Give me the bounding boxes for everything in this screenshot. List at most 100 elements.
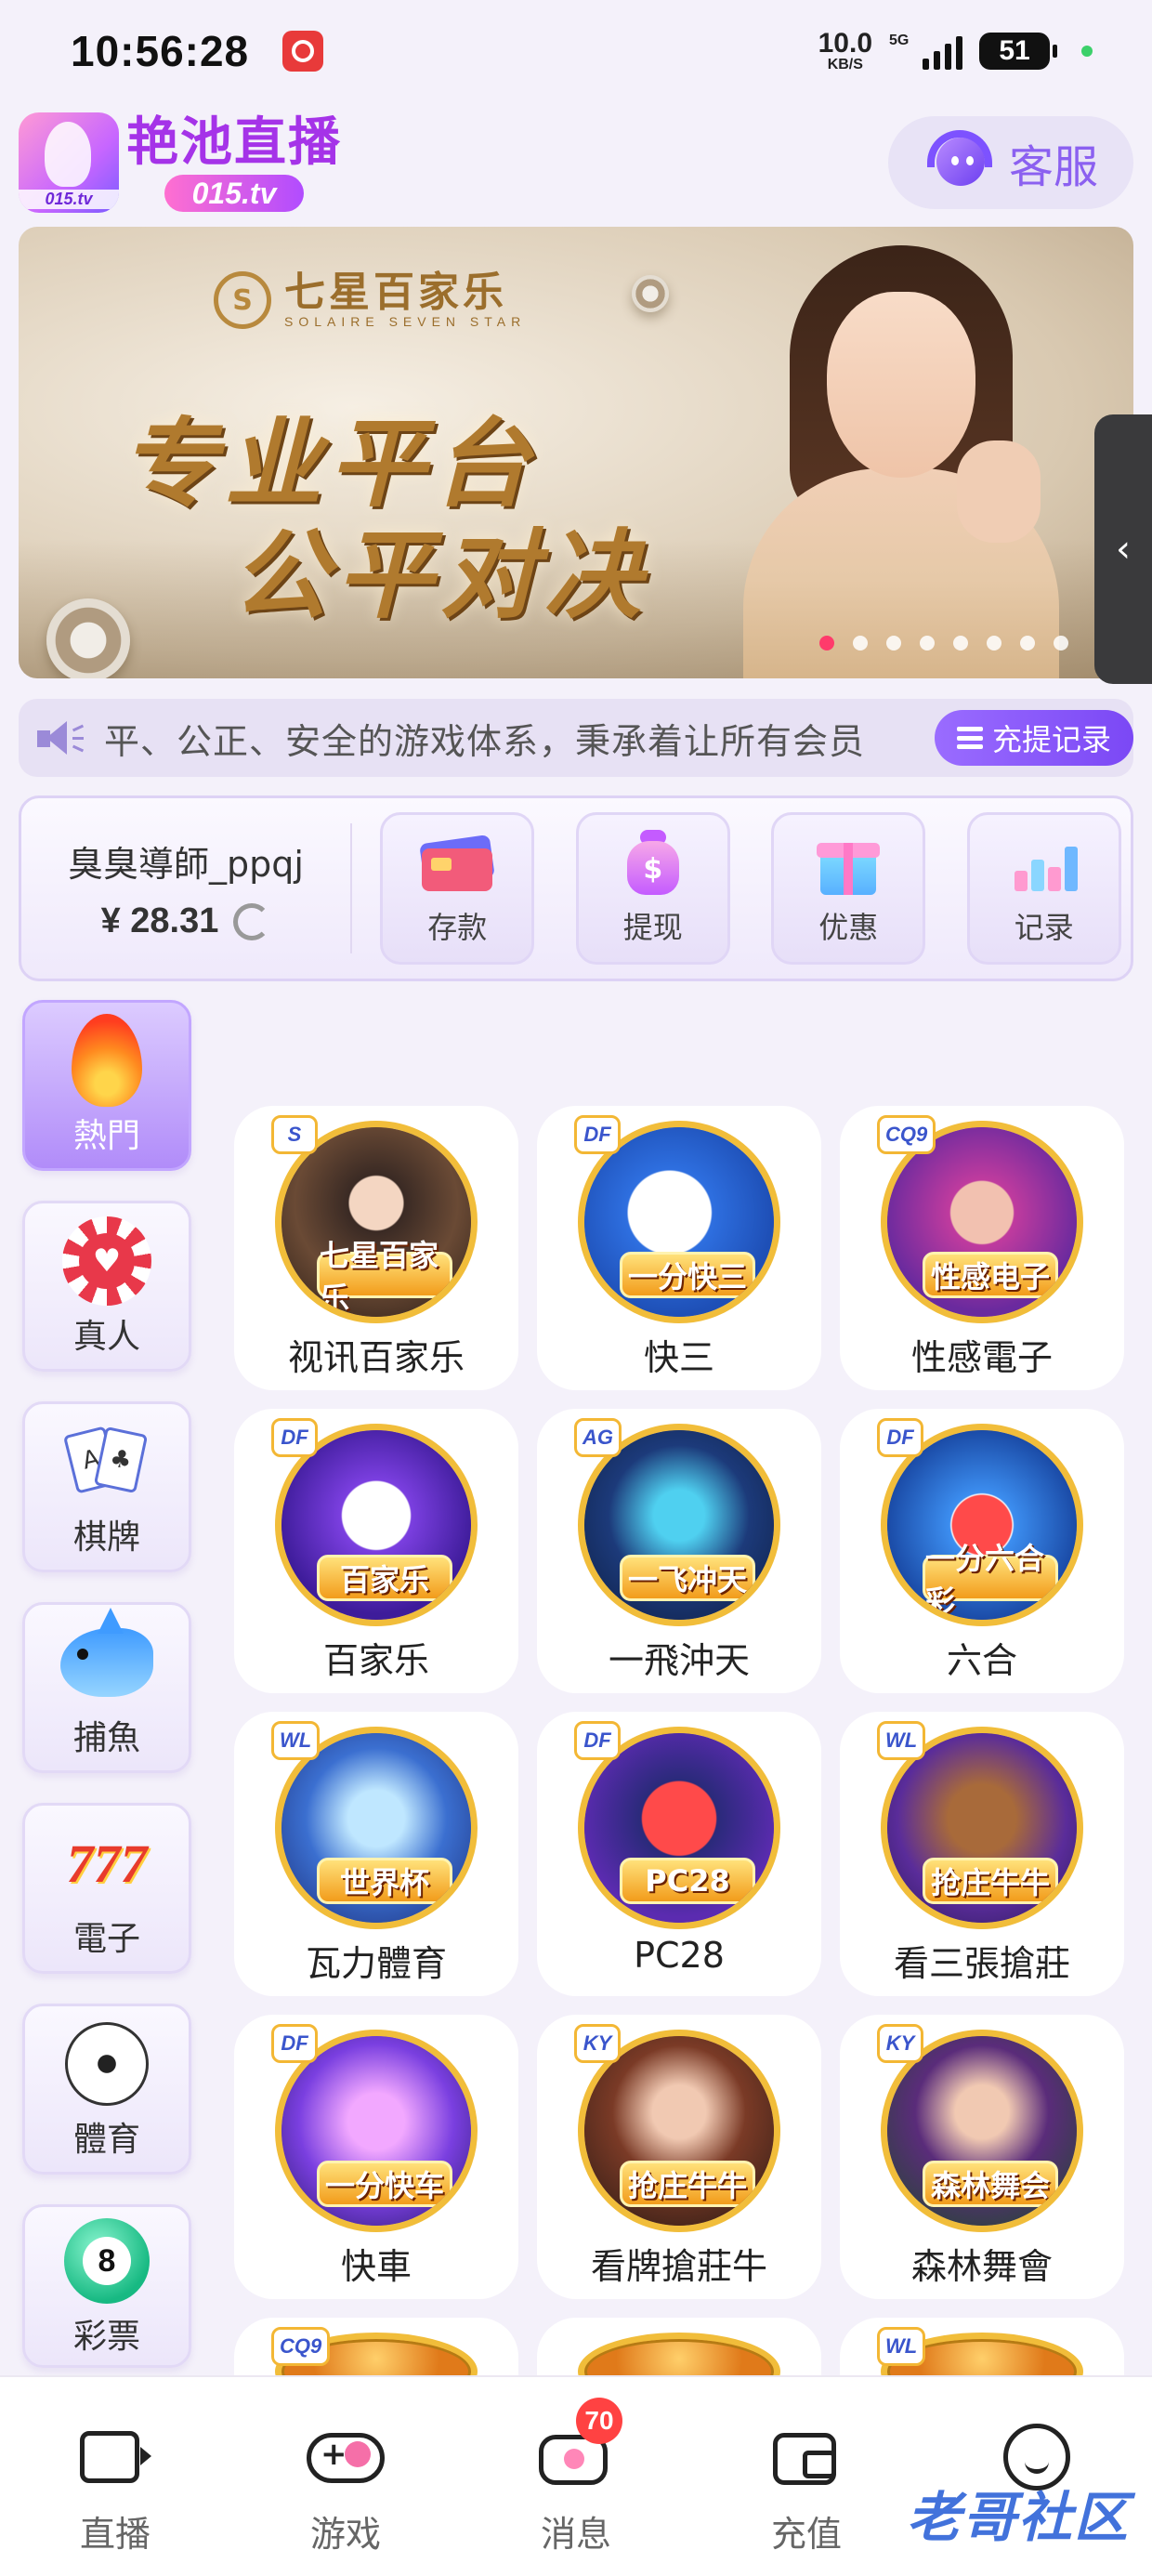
logo-icon: 015.tv bbox=[19, 112, 119, 213]
status-bar: 10:56:28 10.0 KB/S 5G 51 bbox=[0, 0, 1152, 102]
game-badge-text: 一分快三 bbox=[620, 1252, 755, 1298]
side-drawer-toggle[interactable]: ‹ bbox=[1094, 414, 1152, 684]
category-label: 體育 bbox=[72, 2121, 140, 2159]
provider-logo-icon: KY bbox=[574, 2024, 621, 2063]
chevron-left-icon: ‹ bbox=[1116, 528, 1131, 571]
game-card[interactable]: DF PC28 PC28 bbox=[537, 1712, 821, 1996]
nav-live[interactable]: 直播 bbox=[0, 2377, 230, 2576]
game-card[interactable]: S 七星百家乐视讯百家乐 bbox=[234, 1106, 518, 1390]
game-card[interactable]: KY 抢庄牛牛看牌搶莊牛 bbox=[537, 2015, 821, 2299]
category-chess-cards[interactable]: A ♣ 棋牌 bbox=[22, 1401, 191, 1572]
gamepad-icon bbox=[307, 2424, 385, 2491]
game-badge-text: 一分快车 bbox=[317, 2161, 452, 2207]
promotions-label: 优惠 bbox=[818, 910, 879, 945]
tv-icon bbox=[76, 2424, 154, 2491]
nav-games[interactable]: 游戏 bbox=[230, 2377, 461, 2576]
category-label: 熱門 bbox=[72, 1117, 140, 1155]
game-badge-text: 一分六合彩 bbox=[923, 1541, 1058, 1619]
game-card[interactable]: DF 一分快三快三 bbox=[537, 1106, 821, 1390]
game-name: 快三 bbox=[643, 1337, 714, 1378]
logo-domain: 015.tv bbox=[164, 175, 305, 212]
refresh-icon[interactable] bbox=[233, 902, 271, 940]
banner-pagination[interactable] bbox=[819, 636, 1068, 651]
category-sports[interactable]: 體育 bbox=[22, 2004, 191, 2175]
bar-chart-icon bbox=[1007, 830, 1081, 895]
banner-dot[interactable] bbox=[886, 636, 901, 651]
nav-label: 直播 bbox=[79, 2514, 151, 2555]
banner-dot[interactable] bbox=[920, 636, 935, 651]
category-label: 彩票 bbox=[72, 2318, 140, 2356]
game-badge-text: 抢庄牛牛 bbox=[620, 2161, 755, 2207]
provider-logo-icon: CQ9 bbox=[877, 1115, 936, 1154]
banner-dot[interactable] bbox=[987, 636, 1001, 651]
brand-logo-icon: S bbox=[214, 271, 271, 329]
provider-logo-icon: AG bbox=[574, 1418, 622, 1457]
flame-icon bbox=[60, 1014, 153, 1107]
game-name: 性感電子 bbox=[910, 1337, 1053, 1378]
banner-dot[interactable] bbox=[1054, 636, 1068, 651]
game-name: 百家乐 bbox=[322, 1640, 429, 1681]
banner-dot[interactable] bbox=[1020, 636, 1035, 651]
game-card[interactable]: DF 一分快车快車 bbox=[234, 2015, 518, 2299]
category-live[interactable]: ♥ 真人 bbox=[22, 1201, 191, 1372]
lottery-ball-icon: 8 bbox=[60, 2215, 153, 2307]
bank-card-icon bbox=[419, 830, 496, 895]
withdraw-button[interactable]: $ 提现 bbox=[575, 812, 730, 965]
nav-label: 游戏 bbox=[309, 2514, 381, 2555]
game-card[interactable]: DF 一分六合彩六合 bbox=[840, 1409, 1124, 1693]
category-hot[interactable]: 熱門 bbox=[22, 1000, 191, 1171]
banner-dot[interactable] bbox=[853, 636, 868, 651]
game-card[interactable]: CQ9 性感电子性感電子 bbox=[840, 1106, 1124, 1390]
logo: 艳池直播 015.tv bbox=[126, 113, 342, 212]
wallet-user: 臭臭導師_ppqj ¥ 28.31 bbox=[21, 823, 352, 953]
provider-logo-icon: DF bbox=[574, 1721, 621, 1760]
network-speed-unit: KB/S bbox=[827, 57, 863, 72]
battery-icon: 51 bbox=[979, 33, 1057, 70]
category-fishing[interactable]: 捕魚 bbox=[22, 1602, 191, 1773]
list-icon bbox=[956, 727, 983, 749]
game-card[interactable]: AG 一飞冲天 一飛沖天 bbox=[537, 1409, 821, 1693]
promo-banner[interactable]: S 七星百家乐 SOLAIRE SEVEN STAR 专业平台 公平对决 bbox=[19, 227, 1133, 678]
speaker-icon bbox=[37, 719, 85, 756]
headset-icon bbox=[923, 130, 996, 195]
category-label: 電子 bbox=[72, 1920, 140, 1958]
deposit-button[interactable]: 存款 bbox=[380, 812, 535, 965]
logo-mini-text: 015.tv bbox=[19, 190, 119, 209]
game-name: 视讯百家乐 bbox=[287, 1337, 465, 1378]
network-speed: 10.0 KB/S bbox=[818, 30, 872, 72]
nav-messages[interactable]: 消息 bbox=[461, 2377, 691, 2576]
category-slots[interactable]: 777 電子 bbox=[22, 1803, 191, 1974]
banner-model-image bbox=[725, 245, 1078, 678]
records-button[interactable]: 记录 bbox=[966, 812, 1121, 965]
game-card[interactable]: WL 抢庄牛牛 看三張搶莊 bbox=[840, 1712, 1124, 1996]
promotions-button[interactable]: 优惠 bbox=[771, 812, 926, 965]
nav-recharge[interactable]: 充值 bbox=[691, 2377, 922, 2576]
status-right: 10.0 KB/S 5G 51 bbox=[818, 30, 1093, 72]
playing-cards-icon: A ♣ bbox=[60, 1415, 153, 1508]
provider-logo-icon: KY bbox=[877, 2024, 923, 2063]
game-card[interactable]: KY 森林舞会 森林舞會 bbox=[840, 2015, 1124, 2299]
category-label: 棋牌 bbox=[72, 1518, 140, 1557]
records-button-label: 充提记录 bbox=[991, 722, 1111, 757]
game-name: 快車 bbox=[340, 2246, 412, 2287]
game-card[interactable]: WL 世界杯 瓦力體育 bbox=[234, 1712, 518, 1996]
game-badge-text: 性感电子 bbox=[923, 1252, 1058, 1298]
deposit-withdraw-records-button[interactable]: 充提记录 bbox=[934, 710, 1133, 766]
bottom-nav: 直播 游戏 消息 充值 70 老哥社区 bbox=[0, 2375, 1152, 2576]
poker-chip-icon: ♥ bbox=[60, 1215, 153, 1308]
banner-dot[interactable] bbox=[953, 636, 968, 651]
game-name: 看牌搶莊牛 bbox=[590, 2246, 767, 2287]
category-lottery[interactable]: 8 彩票 bbox=[22, 2204, 191, 2368]
provider-logo-icon: DF bbox=[271, 1418, 318, 1457]
game-card[interactable]: DF 百家乐 百家乐 bbox=[234, 1409, 518, 1693]
category-label: 捕魚 bbox=[72, 1719, 140, 1757]
provider-logo-icon: DF bbox=[271, 2024, 318, 2063]
provider-logo-icon: DF bbox=[574, 1115, 621, 1154]
shark-icon bbox=[60, 1608, 153, 1709]
logo-title: 艳池直播 bbox=[126, 112, 342, 173]
game-badge-text: 七星百家乐 bbox=[317, 1238, 452, 1316]
netease-music-icon bbox=[282, 31, 324, 72]
banner-dot[interactable] bbox=[819, 636, 834, 651]
game-name: 瓦力體育 bbox=[305, 1943, 447, 1984]
customer-service-button[interactable]: 客服 bbox=[888, 116, 1133, 209]
